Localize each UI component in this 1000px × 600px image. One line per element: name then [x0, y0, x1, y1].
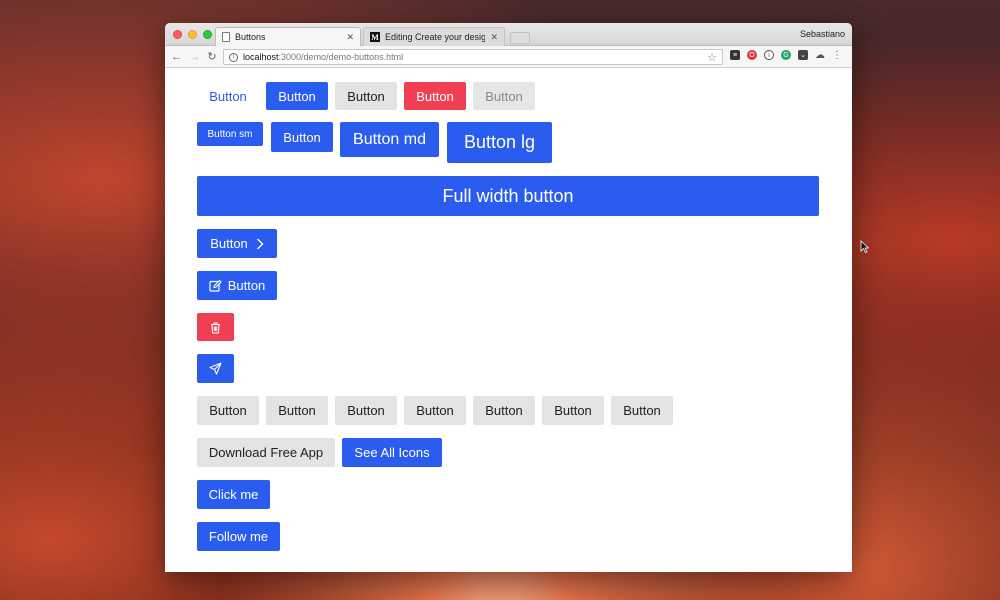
- layers-icon[interactable]: ≡: [730, 50, 740, 60]
- url-host: localhost: [243, 52, 279, 62]
- default-size-button[interactable]: Button: [271, 122, 333, 152]
- tab-close-icon[interactable]: ✕: [346, 32, 354, 43]
- zoom-window-button[interactable]: [203, 30, 212, 39]
- tab-title: Buttons: [235, 32, 266, 42]
- title-bar: Buttons ✕ M Editing Create your design s…: [165, 23, 852, 46]
- gray-button[interactable]: Button: [473, 396, 535, 425]
- mouse-cursor-icon: [860, 240, 869, 253]
- see-all-icons-button[interactable]: See All Icons: [342, 438, 442, 467]
- page-icon: [222, 32, 230, 42]
- forward-arrow-icon[interactable]: →: [189, 51, 200, 63]
- info-icon[interactable]: i: [229, 52, 238, 62]
- edit-icon: [209, 279, 222, 292]
- new-tab-button[interactable]: [510, 32, 530, 44]
- reload-icon[interactable]: ↻: [207, 50, 217, 63]
- send-icon: [209, 362, 222, 375]
- gray-button[interactable]: Button: [266, 396, 328, 425]
- back-arrow-icon[interactable]: ←: [171, 51, 182, 63]
- gray-button[interactable]: Button: [611, 396, 673, 425]
- opera-icon[interactable]: O: [747, 50, 757, 60]
- trash-icon: [211, 321, 220, 334]
- icon-right-button[interactable]: Button: [197, 229, 277, 258]
- primary-button[interactable]: Button: [266, 82, 328, 110]
- full-width-button[interactable]: Full width button: [197, 176, 819, 216]
- chevron-right-icon: [256, 238, 264, 249]
- medium-icon: M: [370, 32, 380, 42]
- disabled-button[interactable]: Button: [473, 82, 535, 110]
- grammarly-icon[interactable]: G: [781, 50, 791, 60]
- secondary-button[interactable]: Button: [335, 82, 397, 110]
- danger-button[interactable]: Button: [404, 82, 466, 110]
- info-extension-icon[interactable]: i: [764, 50, 774, 60]
- minimize-window-button[interactable]: [188, 30, 197, 39]
- small-button[interactable]: Button sm: [197, 122, 263, 146]
- follow-me-button[interactable]: Follow me: [197, 522, 280, 551]
- extension-icons: ≡ O i G ⌄ ☁ ⋮: [730, 50, 842, 61]
- url-path: :3000/demo/demo-buttons.html: [278, 52, 404, 62]
- tab-close-icon[interactable]: ✕: [490, 32, 498, 43]
- send-button[interactable]: [197, 354, 234, 383]
- download-free-app-button[interactable]: Download Free App: [197, 438, 335, 467]
- gray-button[interactable]: Button: [404, 396, 466, 425]
- button-label: Button: [227, 278, 266, 293]
- menu-dots-icon[interactable]: ⋮: [832, 50, 842, 61]
- pocket-icon[interactable]: ⌄: [798, 50, 808, 60]
- tab-buttons[interactable]: Buttons ✕: [215, 27, 361, 46]
- browser-window: Buttons ✕ M Editing Create your design s…: [165, 23, 852, 572]
- click-me-button[interactable]: Click me: [197, 480, 270, 509]
- gray-button[interactable]: Button: [197, 396, 259, 425]
- browser-toolbar: ← → ↻ i localhost:3000/demo/demo-buttons…: [165, 46, 852, 68]
- bookmark-star-icon[interactable]: ☆: [707, 51, 717, 64]
- tab-title: Editing Create your design sys: [385, 32, 486, 42]
- cloud-icon[interactable]: ☁: [815, 50, 825, 61]
- url-text: localhost:3000/demo/demo-buttons.html: [243, 52, 403, 62]
- tab-editing[interactable]: M Editing Create your design sys ✕: [363, 27, 505, 46]
- profile-name[interactable]: Sebastiano: [800, 29, 845, 39]
- close-window-button[interactable]: [173, 30, 182, 39]
- delete-button[interactable]: [197, 313, 234, 341]
- gray-button[interactable]: Button: [542, 396, 604, 425]
- window-controls: [173, 30, 212, 39]
- gray-button[interactable]: Button: [335, 396, 397, 425]
- medium-button[interactable]: Button md: [340, 122, 439, 157]
- button-label: Button: [210, 236, 248, 251]
- address-bar[interactable]: i localhost:3000/demo/demo-buttons.html …: [223, 49, 723, 65]
- page-content: Button Button Button Button Button Butto…: [165, 68, 852, 572]
- large-button[interactable]: Button lg: [447, 122, 552, 163]
- icon-left-button[interactable]: Button: [197, 271, 277, 300]
- link-button[interactable]: Button: [197, 82, 259, 110]
